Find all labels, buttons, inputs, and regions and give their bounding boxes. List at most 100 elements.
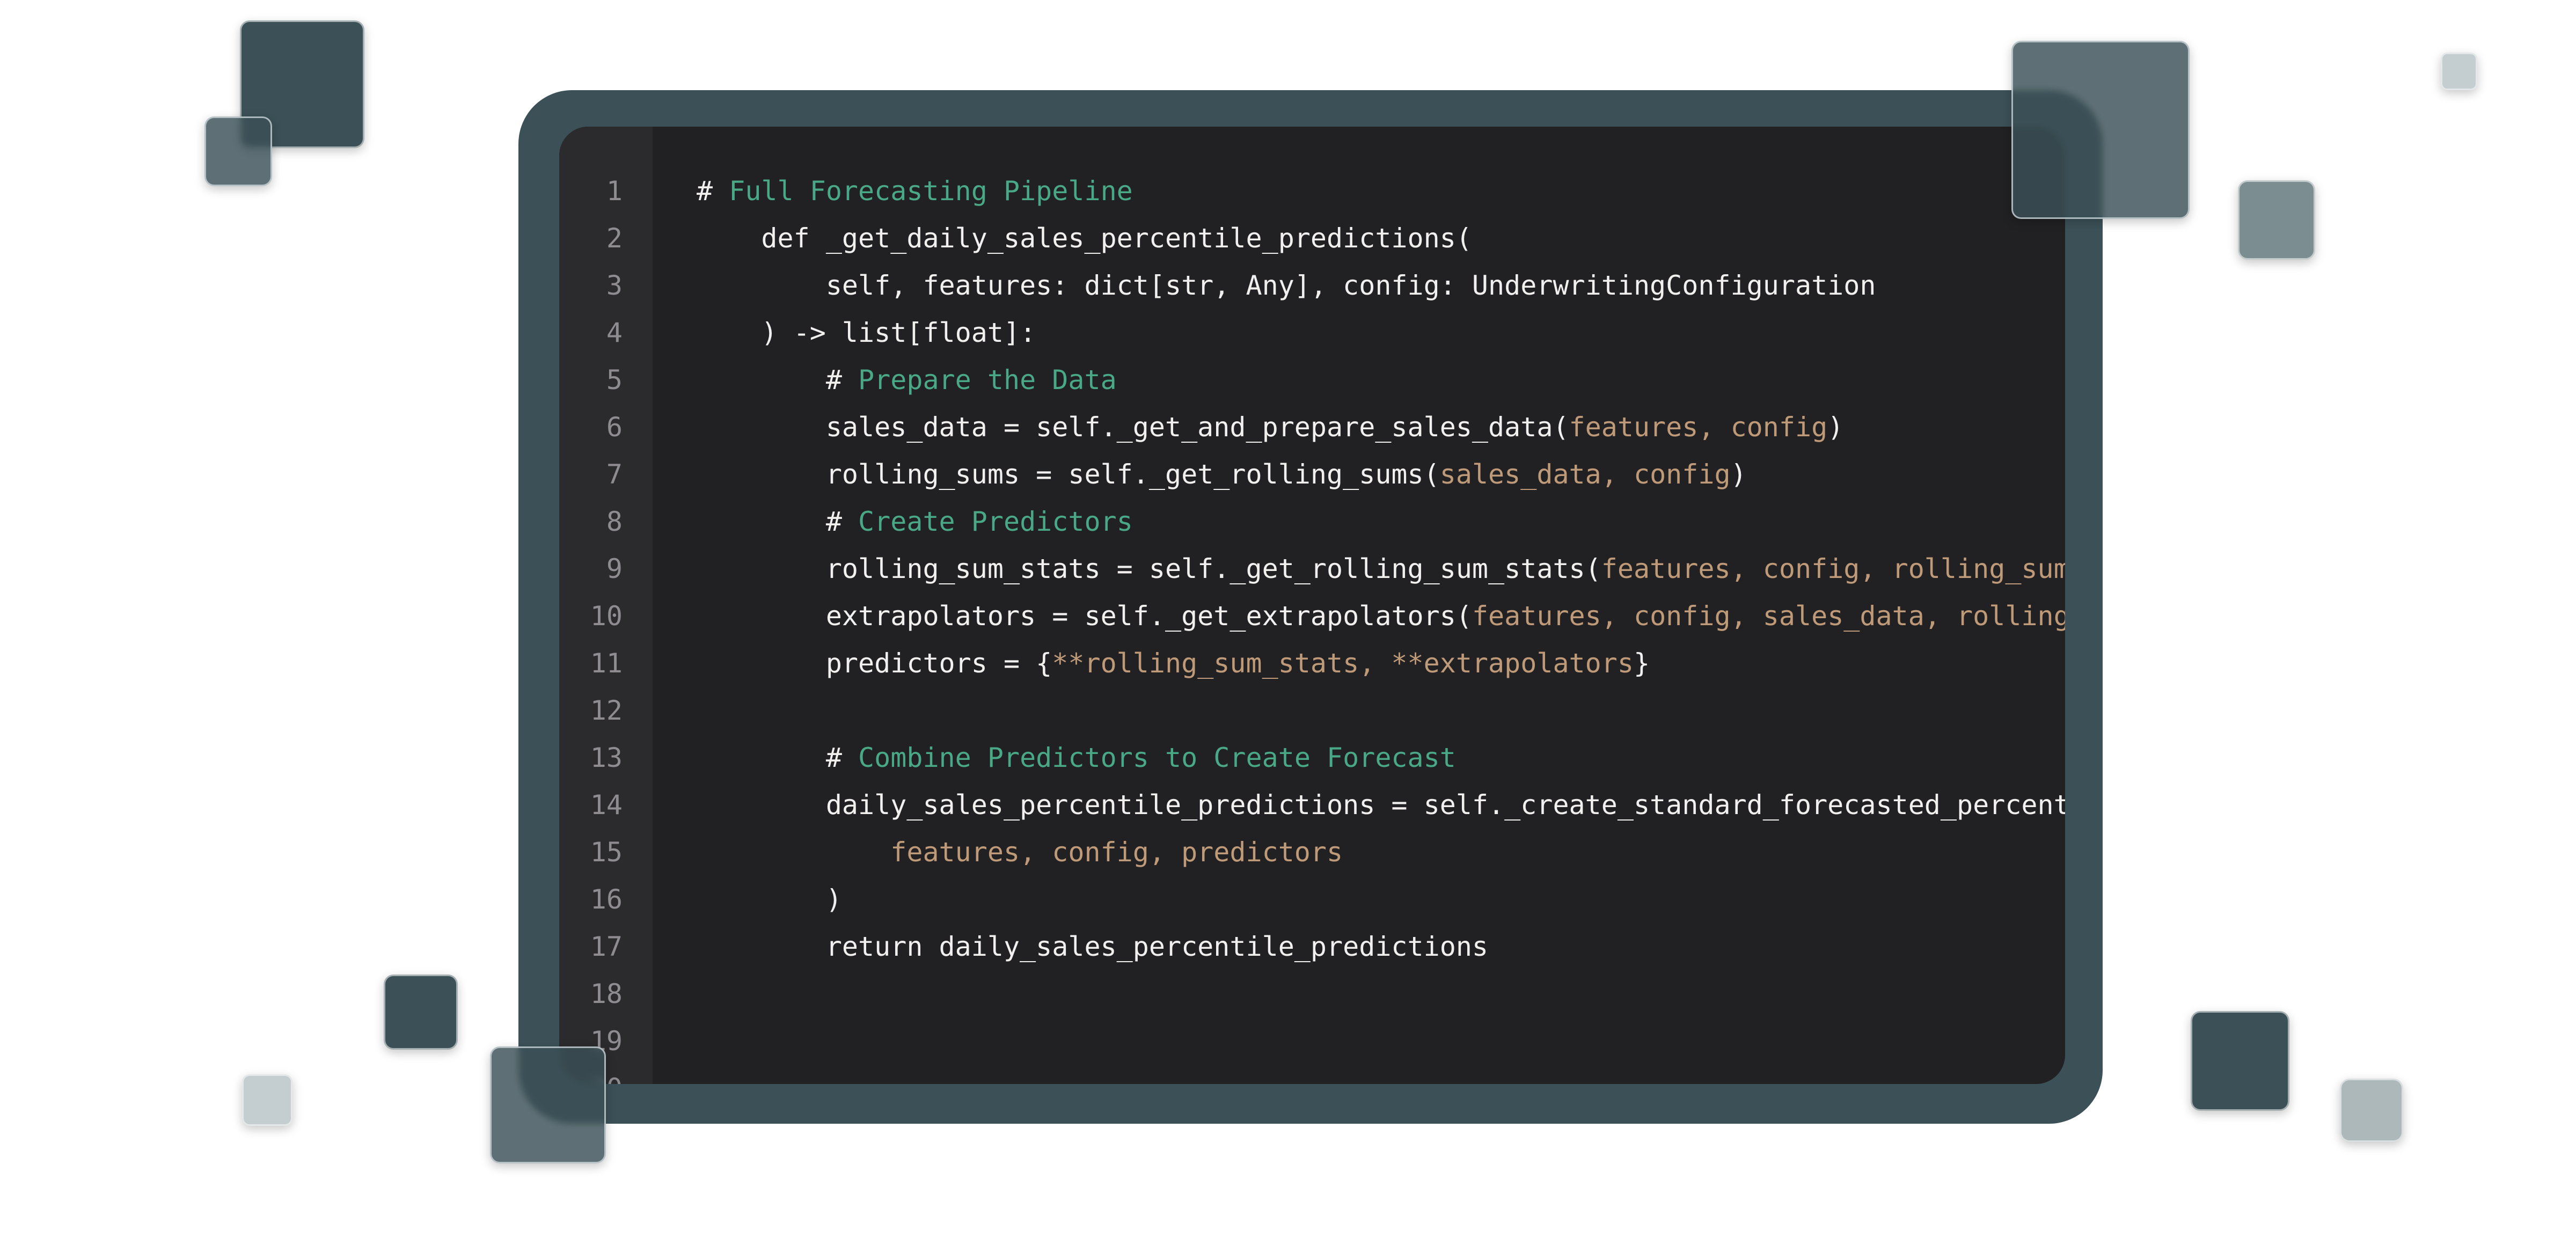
- line-text: # Combine Predictors to Create Forecast: [697, 734, 1456, 781]
- code-line: 12: [559, 687, 2065, 734]
- line-text: # Create Predictors: [697, 498, 1133, 545]
- line-text: ): [697, 876, 842, 923]
- line-number: 14: [590, 789, 623, 821]
- code-line: 6 sales_data = self._get_and_prepare_sal…: [559, 404, 2065, 451]
- line-number: 11: [590, 648, 623, 679]
- line-number: 16: [590, 884, 623, 915]
- code-line: 5 # Prepare the Data: [559, 356, 2065, 404]
- line-text: features, config, predictors: [697, 829, 1343, 876]
- code-line: 3 self, features: dict[str, Any], config…: [559, 262, 2065, 309]
- line-number: 17: [590, 931, 623, 962]
- argument-text: features, config, predictors: [890, 837, 1343, 868]
- line-text: rolling_sums = self._get_rolling_sums(sa…: [697, 451, 1747, 498]
- line-number: 13: [590, 742, 623, 773]
- decor-square-bottom-right-light: [2340, 1079, 2403, 1142]
- code-text: rolling_sums = self._get_rolling_sums(: [825, 459, 1440, 490]
- line-text: sales_data = self._get_and_prepare_sales…: [697, 404, 1843, 451]
- line-text: rolling_sum_stats = self._get_rolling_su…: [697, 545, 2065, 592]
- code-line: 15 features, config, predictors: [559, 829, 2065, 876]
- line-text: ) -> list[float]:: [697, 309, 1036, 356]
- code-text: self, features: dict[str, Any], config: …: [825, 270, 1876, 301]
- code-line: 16 ): [559, 876, 2065, 923]
- line-text: predictors = {**rolling_sum_stats, **ext…: [697, 640, 1650, 687]
- line-number: 3: [606, 270, 623, 301]
- line-number: 6: [606, 412, 623, 443]
- line-text: # Prepare the Data: [697, 356, 1117, 404]
- code-line: 7 rolling_sums = self._get_rolling_sums(…: [559, 451, 2065, 498]
- code-editor: 1 # Full Forecasting Pipeline 2 def _get_d…: [559, 127, 2065, 1084]
- comment-text: Combine Predictors to Create Forecast: [858, 742, 1456, 773]
- line-number: 2: [606, 223, 623, 254]
- decor-square-top-left-small: [204, 116, 272, 186]
- code-line: 11 predictors = {**rolling_sum_stats, **…: [559, 640, 2065, 687]
- line-text: self, features: dict[str, Any], config: …: [697, 262, 1876, 309]
- code-line: 20: [559, 1065, 2065, 1084]
- code-text: }: [1633, 648, 1650, 679]
- decor-square-bottom-right-dark: [2191, 1011, 2289, 1111]
- line-number: 4: [606, 317, 623, 348]
- code-line: 19: [559, 1017, 2065, 1065]
- line-text: extrapolators = self._get_extrapolators(…: [697, 592, 2065, 640]
- code-line: 2 def _get_daily_sales_percentile_predic…: [559, 215, 2065, 262]
- code-line: 4 ) -> list[float]:: [559, 309, 2065, 356]
- code-line: 1 # Full Forecasting Pipeline: [559, 167, 2065, 215]
- line-text: return daily_sales_percentile_prediction…: [697, 923, 1488, 970]
- code-text: predictors = {: [825, 648, 1052, 679]
- code-text: #: [697, 175, 729, 207]
- comment-text: Create Predictors: [858, 506, 1133, 537]
- line-number: 8: [606, 506, 623, 537]
- code-text: return daily_sales_percentile_prediction…: [825, 931, 1489, 962]
- line-number: 5: [606, 364, 623, 396]
- decor-square-bottom-left-dark: [384, 975, 458, 1050]
- line-text: def _get_daily_sales_percentile_predicti…: [697, 215, 1472, 262]
- code-text: sales_data = self._get_and_prepare_sales…: [825, 412, 1569, 443]
- code-text: #: [825, 506, 859, 537]
- line-text: daily_sales_percentile_predictions = sel…: [697, 781, 2065, 829]
- code-line: 10 extrapolators = self._get_extrapolato…: [559, 592, 2065, 640]
- code-line: 9 rolling_sum_stats = self._get_rolling_…: [559, 545, 2065, 592]
- line-number: 10: [590, 600, 623, 632]
- decor-square-bottom-left-pale: [242, 1074, 292, 1126]
- argument-text: features, config: [1569, 412, 1828, 443]
- code-text: #: [825, 742, 859, 773]
- line-number: 15: [590, 837, 623, 868]
- decor-square-right-mid: [2238, 180, 2315, 260]
- comment-text: Prepare the Data: [858, 364, 1117, 396]
- argument-text: sales_data, config: [1439, 459, 1731, 490]
- code-text: ) -> list[float]:: [761, 317, 1036, 348]
- line-text: # Full Forecasting Pipeline: [697, 167, 1133, 215]
- argument-text: features, config, rolling_sums: [1601, 553, 2065, 584]
- line-number: 1: [606, 175, 623, 207]
- code-text: daily_sales_percentile_predictions = sel…: [825, 789, 2065, 821]
- argument-text: features, config, sales_data, rolling_: [1472, 600, 2065, 632]
- code-text: rolling_sum_stats = self._get_rolling_su…: [825, 553, 1601, 584]
- code-line: 17 return daily_sales_percentile_predict…: [559, 923, 2065, 970]
- code-line: 13 # Combine Predictors to Create Foreca…: [559, 734, 2065, 781]
- decor-square-bottom-left-glass: [490, 1046, 606, 1163]
- code-text: extrapolators = self._get_extrapolators(: [825, 600, 1472, 632]
- decor-square-top-right-tiny: [2441, 53, 2477, 90]
- line-number: 12: [590, 695, 623, 726]
- code-text: ): [1730, 459, 1747, 490]
- code-line: 14 daily_sales_percentile_predictions = …: [559, 781, 2065, 829]
- code-line: 18: [559, 970, 2065, 1017]
- code-line: 8 # Create Predictors: [559, 498, 2065, 545]
- code-text: def _get_daily_sales_percentile_predicti…: [761, 223, 1472, 254]
- decor-square-top-right-glass: [2011, 41, 2190, 219]
- comment-text: Full Forecasting Pipeline: [729, 175, 1133, 207]
- line-number: 7: [606, 459, 623, 490]
